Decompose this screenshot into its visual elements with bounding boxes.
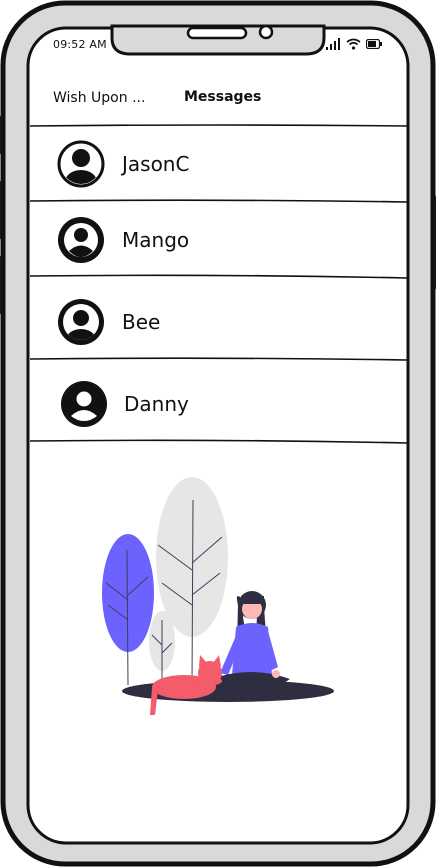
user-avatar-icon [61,381,107,427]
user-avatar-icon [58,217,104,263]
user-avatar-icon [58,299,104,345]
contact-name: JasonC [122,152,190,176]
contact-name: Mango [122,228,190,252]
empty-state-illustration [102,477,334,715]
conversation-row[interactable]: Bee [30,284,408,360]
conversation-row[interactable]: Danny [30,366,408,442]
contact-name: Danny [124,392,189,416]
conversation-row[interactable]: Mango [30,202,408,278]
conversation-row[interactable]: JasonC [30,126,408,202]
contact-name: Bee [122,310,161,334]
user-avatar-icon [57,140,105,188]
